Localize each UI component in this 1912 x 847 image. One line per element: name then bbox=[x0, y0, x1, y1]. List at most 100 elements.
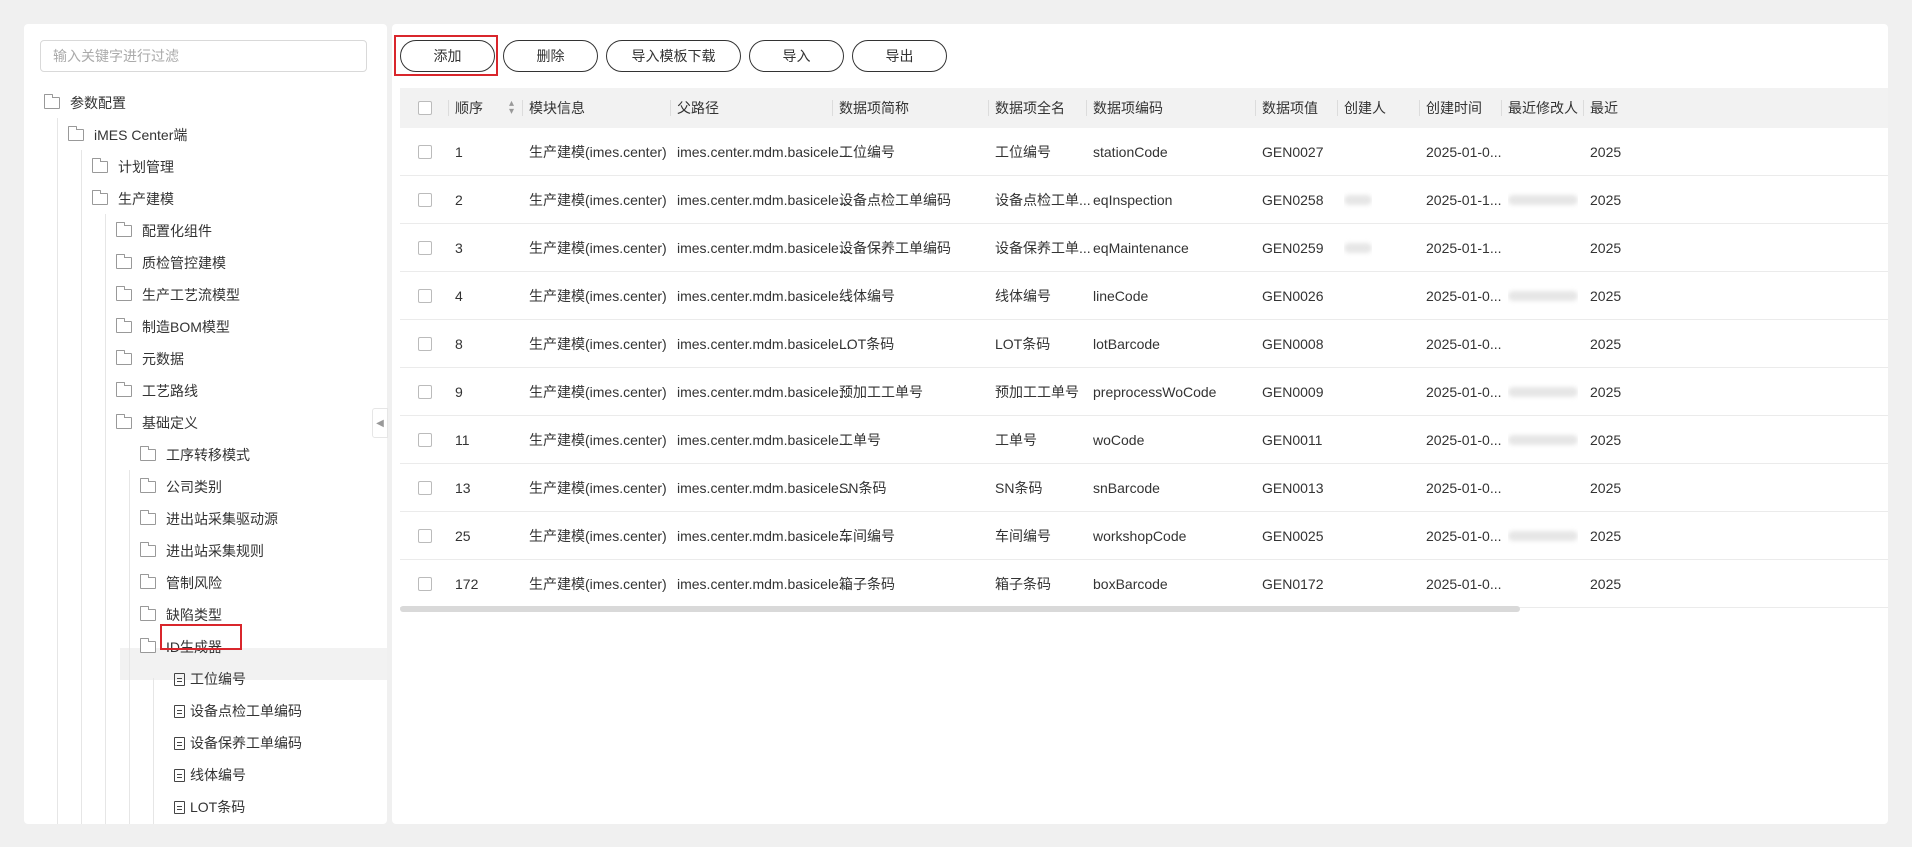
table-cell-full: LOT条码 bbox=[995, 320, 1050, 367]
tree-filter-input[interactable] bbox=[40, 40, 367, 72]
document-icon bbox=[174, 800, 185, 814]
select-all-checkbox[interactable] bbox=[418, 101, 432, 115]
table-cell-path: imes.center.mdm.basicele... bbox=[677, 128, 851, 175]
table-row[interactable]: 11 生产建模(imes.center) imes.center.mdm.basic… bbox=[400, 416, 1888, 464]
tree-node[interactable]: 线体编号 bbox=[174, 760, 246, 790]
tree-node[interactable]: 设备保养工单编码 bbox=[174, 728, 302, 758]
table-row[interactable]: 13 生产建模(imes.center) imes.center.mdm.basic… bbox=[400, 464, 1888, 512]
table-row[interactable]: 4 生产建模(imes.center) imes.center.mdm.basice… bbox=[400, 272, 1888, 320]
table-row[interactable]: 8 生产建模(imes.center) imes.center.mdm.basice… bbox=[400, 320, 1888, 368]
column-header[interactable]: 数据项编码 bbox=[1093, 88, 1163, 128]
column-header[interactable]: 模块信息 bbox=[529, 88, 585, 128]
column-header[interactable]: 数据项值 bbox=[1262, 88, 1318, 128]
table-row[interactable]: 25 生产建模(imes.center) imes.center.mdm.basic… bbox=[400, 512, 1888, 560]
tree-node[interactable]: 生产建模 bbox=[92, 184, 174, 214]
table-horizontal-scrollbar[interactable] bbox=[400, 606, 1520, 612]
table-row[interactable]: 2 生产建模(imes.center) imes.center.mdm.basice… bbox=[400, 176, 1888, 224]
table-cell-full: 车间编号 bbox=[995, 512, 1051, 559]
tree-node[interactable]: 进出站采集驱动源 bbox=[140, 504, 278, 534]
row-checkbox[interactable] bbox=[418, 528, 432, 543]
cell-text: imes.center.mdm.basicele... bbox=[677, 143, 851, 160]
cell-text: 2025-01-0... bbox=[1426, 575, 1502, 592]
tree-node[interactable]: 质检管控建模 bbox=[116, 248, 226, 278]
column-header[interactable]: 最近修改人 bbox=[1508, 88, 1578, 128]
cell-text: 2025-01-0... bbox=[1426, 479, 1502, 496]
row-checkbox[interactable] bbox=[418, 432, 432, 447]
tree-node-label: 管制风险 bbox=[166, 575, 222, 591]
tree-node[interactable]: 公司类别 bbox=[140, 472, 222, 502]
row-checkbox[interactable] bbox=[418, 240, 432, 255]
table-cell-order: 13 bbox=[455, 464, 471, 511]
delete-button[interactable]: 删除 bbox=[503, 40, 598, 72]
table-cell-full: 设备保养工单... bbox=[995, 224, 1091, 271]
column-separator[interactable] bbox=[832, 100, 833, 116]
column-separator[interactable] bbox=[670, 100, 671, 116]
column-header[interactable]: 最近 bbox=[1590, 88, 1618, 128]
cell-text: GEN0025 bbox=[1262, 527, 1324, 544]
column-separator[interactable] bbox=[1419, 100, 1420, 116]
tree-node[interactable]: 工序转移模式 bbox=[140, 440, 250, 470]
column-header[interactable]: 数据项简称 bbox=[839, 88, 909, 128]
import-button[interactable]: 导入 bbox=[749, 40, 844, 72]
row-checkbox[interactable] bbox=[418, 576, 432, 591]
cell-text: 箱子条码 bbox=[995, 575, 1051, 592]
sort-icon[interactable]: ▴ ▾ bbox=[509, 99, 514, 117]
cell-text: woCode bbox=[1093, 431, 1145, 448]
column-separator[interactable] bbox=[1255, 100, 1256, 116]
row-checkbox[interactable] bbox=[418, 384, 432, 399]
add-button[interactable]: 添加 bbox=[400, 40, 495, 72]
template-download-button[interactable]: 导入模板下载 bbox=[606, 40, 741, 72]
column-header[interactable]: 创建时间 bbox=[1426, 88, 1482, 128]
row-checkbox[interactable] bbox=[418, 336, 432, 351]
tree-node[interactable]: iMES Center端 bbox=[68, 120, 187, 150]
table-cell-code: lotBarcode bbox=[1093, 320, 1160, 367]
table-row[interactable]: 3 生产建模(imes.center) imes.center.mdm.basice… bbox=[400, 224, 1888, 272]
column-separator[interactable] bbox=[1337, 100, 1338, 116]
row-checkbox[interactable] bbox=[418, 144, 432, 159]
column-separator[interactable] bbox=[1501, 100, 1502, 116]
tree-node[interactable]: 进出站采集规则 bbox=[140, 536, 264, 566]
column-separator[interactable] bbox=[522, 100, 523, 116]
document-icon bbox=[174, 736, 185, 750]
tree-node[interactable]: 计划管理 bbox=[92, 152, 174, 182]
tree-node[interactable]: 基础定义 bbox=[116, 408, 198, 438]
column-separator[interactable] bbox=[1583, 100, 1584, 116]
column-header[interactable]: 顺序 ▴ ▾ bbox=[455, 88, 514, 128]
table-row[interactable]: 9 生产建模(imes.center) imes.center.mdm.basice… bbox=[400, 368, 1888, 416]
tree-node[interactable]: ID生成器 bbox=[140, 632, 222, 662]
row-checkbox[interactable] bbox=[418, 480, 432, 495]
select-all-cell bbox=[418, 88, 432, 128]
tree-node[interactable]: 生产工艺流模型 bbox=[116, 280, 240, 310]
tree-node[interactable]: 缺陷类型 bbox=[140, 600, 222, 630]
column-header-label: 模块信息 bbox=[529, 100, 585, 116]
folder-icon bbox=[140, 510, 156, 525]
collapse-panel-button[interactable]: ◀ bbox=[372, 408, 388, 438]
cell-text: 2025-01-1... bbox=[1426, 191, 1502, 208]
cell-text: 生产建模(imes.center) bbox=[529, 383, 667, 400]
tree-node[interactable]: 管制风险 bbox=[140, 568, 222, 598]
tree-node[interactable]: 元数据 bbox=[116, 344, 184, 374]
cell-text: LOT条码 bbox=[839, 335, 895, 352]
tree-node[interactable]: 配置化组件 bbox=[116, 216, 212, 246]
column-separator[interactable] bbox=[988, 100, 989, 116]
column-header[interactable]: 创建人 bbox=[1344, 88, 1386, 128]
column-header[interactable]: 父路径 bbox=[677, 88, 719, 128]
row-checkbox[interactable] bbox=[418, 192, 432, 207]
table-cell-path: imes.center.mdm.basicele... bbox=[677, 368, 851, 415]
export-button[interactable]: 导出 bbox=[852, 40, 947, 72]
column-header[interactable]: 数据项全名 bbox=[995, 88, 1065, 128]
tree-node[interactable]: 设备点检工单编码 bbox=[174, 696, 302, 726]
row-checkbox[interactable] bbox=[418, 288, 432, 303]
column-separator[interactable] bbox=[448, 100, 449, 116]
column-separator[interactable] bbox=[1086, 100, 1087, 116]
cell-text: 1 bbox=[455, 143, 463, 160]
tree-node[interactable]: 参数配置 bbox=[44, 88, 126, 118]
table-row[interactable]: 1 生产建模(imes.center) imes.center.mdm.basice… bbox=[400, 128, 1888, 176]
tree-node[interactable]: 制造BOM模型 bbox=[116, 312, 230, 342]
tree-node[interactable]: 工艺路线 bbox=[116, 376, 198, 406]
tree-node[interactable]: 工位编号 bbox=[174, 664, 246, 694]
cell-text: 生产建模(imes.center) bbox=[529, 143, 667, 160]
tree-node[interactable]: LOT条码 bbox=[174, 792, 245, 822]
table-row[interactable]: 172 生产建模(imes.center) imes.center.mdm.basi… bbox=[400, 560, 1888, 608]
table-cell-order: 8 bbox=[455, 320, 463, 367]
